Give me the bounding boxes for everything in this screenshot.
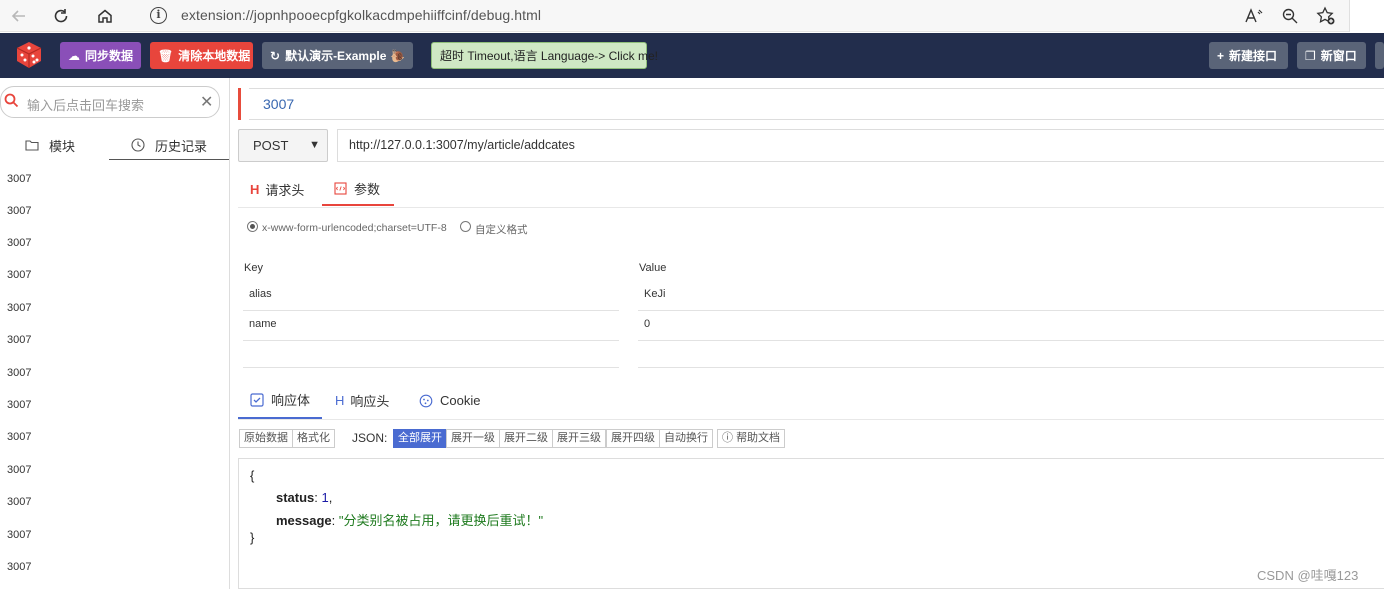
format-label-urlencoded: x-www-form-urlencoded;charset=UTF-8: [262, 222, 447, 234]
history-item[interactable]: 3007: [7, 561, 31, 573]
request-name-input[interactable]: 3007: [249, 88, 1384, 120]
window-icon: ❐: [1305, 48, 1316, 63]
request-url-input[interactable]: http://127.0.0.1:3007/my/article/addcate…: [337, 129, 1384, 162]
expand-level4-button[interactable]: 展开四级: [606, 429, 660, 448]
back-icon[interactable]: [6, 3, 32, 29]
h-icon: H: [250, 181, 260, 197]
check-square-icon: [250, 392, 264, 407]
format-label-custom: 自定义格式: [475, 224, 528, 236]
read-aloud-icon[interactable]: [1241, 3, 1267, 29]
plus-icon: +: [1217, 48, 1225, 63]
method-select[interactable]: POST ▼: [238, 129, 328, 162]
folder-icon: [25, 140, 39, 151]
timeout-language-button[interactable]: 超时 Timeout,语言 Language-> Click me!: [431, 42, 658, 69]
address-bar[interactable]: extension://jopnhpooecpfgkolkacdmpehiiff…: [181, 7, 541, 23]
expand-level2-button[interactable]: 展开二级: [499, 429, 553, 448]
history-item[interactable]: 3007: [7, 529, 31, 541]
new-window-button[interactable]: ❐ 新窗口: [1297, 42, 1366, 69]
new-api-button[interactable]: + 新建接口: [1209, 42, 1288, 69]
expand-level3-button[interactable]: 展开三级: [552, 429, 606, 448]
param-value-input[interactable]: KeJi: [638, 281, 1384, 311]
history-item[interactable]: 3007: [7, 496, 31, 508]
active-tab-underline: [109, 159, 229, 160]
app-header: ☁ 同步数据 🗑 清除本地数据 ↻ 默认演示-Example 🐌 超时 Timeout…: [0, 33, 1384, 78]
chevron-down-icon: ▼: [309, 139, 320, 151]
browser-menu-area: [1349, 0, 1384, 32]
h-icon: H: [335, 393, 345, 408]
sync-data-button[interactable]: ☁ 同步数据: [60, 42, 141, 69]
tab-params[interactable]: 参数: [322, 172, 394, 206]
json-label: JSON:: [352, 431, 388, 445]
history-item[interactable]: 3007: [7, 173, 31, 185]
demo-example-button[interactable]: ↻ 默认演示-Example 🐌: [262, 42, 413, 69]
favorite-icon[interactable]: [1313, 3, 1339, 29]
history-item[interactable]: 3007: [7, 269, 31, 281]
json-message-line: message: "分类别名被占用，请更换后重试！": [276, 513, 544, 528]
header-extra-button[interactable]: [1375, 42, 1384, 69]
response-body-panel: { status: 1, message: "分类别名被占用，请更换后重试！" …: [238, 458, 1384, 589]
format-button[interactable]: 格式化: [292, 429, 335, 448]
clear-search-icon[interactable]: ✕: [200, 92, 213, 112]
raw-data-button[interactable]: 原始数据: [239, 429, 293, 448]
history-item[interactable]: 3007: [7, 205, 31, 217]
param-value-input-empty[interactable]: [638, 341, 1384, 368]
json-close-brace: }: [250, 530, 255, 545]
sidebar: 输入后点击回车搜索 ✕ 模块 历史记录 3007 3007 3007 3007 …: [0, 78, 230, 589]
history-item[interactable]: 3007: [7, 237, 31, 249]
history-item[interactable]: 3007: [7, 334, 31, 346]
name-accent-bar: [238, 88, 241, 120]
dice-logo-icon: [14, 40, 44, 75]
param-key-input[interactable]: name: [243, 311, 619, 341]
site-info-icon[interactable]: i: [150, 7, 167, 24]
tab-modules[interactable]: 模块: [25, 130, 75, 160]
format-radio-custom[interactable]: [460, 221, 471, 232]
request-tabs: H 请求头 参数: [238, 172, 1384, 208]
word-wrap-button[interactable]: 自动换行: [659, 429, 713, 448]
help-icon: ⓘ: [722, 432, 737, 444]
history-item[interactable]: 3007: [7, 302, 31, 314]
refresh-icon[interactable]: [48, 3, 74, 29]
history-item[interactable]: 3007: [7, 367, 31, 379]
help-docs-button[interactable]: ⓘ 帮助文档: [717, 429, 786, 448]
cloud-upload-icon: ☁: [68, 48, 80, 63]
format-radio-urlencoded[interactable]: [247, 221, 258, 232]
csdn-watermark: CSDN @哇嘎123: [1257, 568, 1359, 583]
tab-history[interactable]: 历史记录: [131, 130, 207, 160]
tab-response-body[interactable]: 响应体: [238, 382, 322, 419]
expand-all-button[interactable]: 全部展开: [393, 429, 447, 448]
refresh-small-icon: ↻: [270, 48, 281, 63]
response-tabs: 响应体 H 响应头 Cookie: [238, 382, 1384, 420]
param-value-input[interactable]: 0: [638, 311, 1384, 341]
trash-icon: 🗑: [158, 48, 174, 63]
expand-level1-button[interactable]: 展开一级: [446, 429, 500, 448]
clock-icon: [131, 138, 145, 152]
browser-toolbar: i extension://jopnhpooecpfgkolkacdmpehii…: [0, 0, 1384, 32]
cookie-icon: [419, 394, 433, 407]
param-key-input[interactable]: alias: [243, 281, 619, 311]
tab-request-headers[interactable]: H 请求头: [250, 172, 304, 206]
history-item[interactable]: 3007: [7, 399, 31, 411]
json-open-brace: {: [250, 468, 255, 483]
home-icon[interactable]: [92, 3, 118, 29]
clear-local-data-button[interactable]: 🗑 清除本地数据: [150, 42, 253, 69]
tab-cookie[interactable]: Cookie: [419, 382, 480, 419]
params-key-header: Key: [244, 262, 263, 274]
history-item[interactable]: 3007: [7, 464, 31, 476]
params-icon: [334, 181, 347, 195]
zoom-icon[interactable]: [1277, 3, 1303, 29]
search-input[interactable]: 输入后点击回车搜索 ✕: [0, 86, 220, 118]
param-key-input-empty[interactable]: [243, 341, 619, 368]
tab-response-headers[interactable]: H 响应头: [335, 382, 389, 419]
params-value-header: Value: [639, 262, 667, 274]
json-status-line: status: 1,: [276, 490, 333, 505]
snail-icon: 🐌: [390, 48, 406, 63]
search-icon: [4, 93, 19, 113]
history-item[interactable]: 3007: [7, 431, 31, 443]
